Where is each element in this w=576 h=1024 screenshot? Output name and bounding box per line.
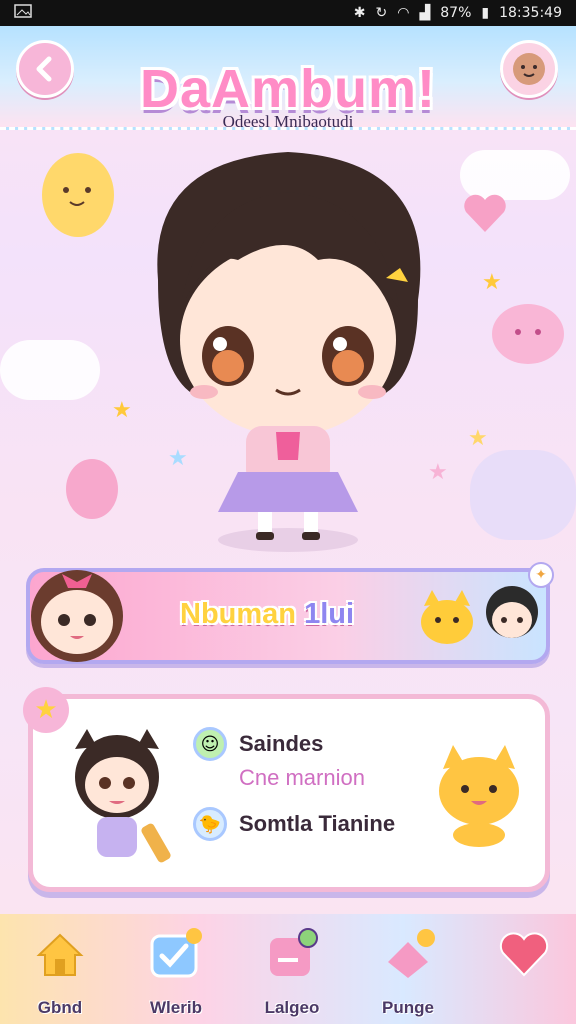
back-button[interactable]	[16, 40, 74, 98]
bottom-nav: Gbnd Wlerib Lalgeo Punge	[0, 914, 576, 1024]
badge-star-icon: ✦	[528, 562, 554, 588]
yellow-cat-mascot	[439, 745, 519, 847]
card-row-3[interactable]: 🐤 Somtla Tianine	[193, 807, 395, 841]
battery-icon: ▮	[481, 5, 490, 21]
heart-tag-icon	[380, 928, 436, 980]
info-card: ★ ☺ Saindes Cne marnion 🐤 Somtla Tianine	[23, 687, 550, 892]
signal-icon: ▟	[419, 5, 431, 21]
cloud-decoration	[0, 340, 100, 400]
profile-button[interactable]	[500, 40, 558, 98]
chibi-girl-character	[157, 152, 421, 552]
wifi-icon: ◠	[397, 5, 410, 21]
boy-avatar	[486, 586, 538, 638]
house-icon	[32, 928, 88, 980]
card-row-1[interactable]: ☺ Saindes	[193, 727, 323, 761]
chibi-cat-ear-girl	[75, 729, 171, 863]
nav-item-check[interactable]: Wlerib	[128, 928, 224, 1018]
battery-percent: 87%	[440, 5, 472, 21]
green-smile-icon: ☺	[193, 727, 227, 761]
nav-label-punge: Punge	[382, 998, 434, 1017]
pink-drop-icon	[66, 459, 118, 519]
row-3-text: Somtla Tianine	[239, 811, 396, 836]
yellow-cat-icon	[421, 590, 473, 644]
chick-icon: 🐤	[193, 807, 227, 841]
heart-icon	[464, 194, 506, 232]
banner-label-main: Nbuman	[180, 598, 296, 630]
featured-banner[interactable]: Nbuman 1lui ✦	[26, 562, 554, 664]
clock: 18:35:49	[499, 5, 562, 21]
app-subtitle: Odeesl Mnibaotudi	[222, 112, 354, 131]
cookie-face-icon	[513, 53, 545, 85]
banner-label: Nbuman 1lui	[180, 598, 354, 631]
heart-icon	[496, 928, 552, 980]
banner-label-tail: 1lui	[304, 598, 355, 630]
pink-blob-icon	[492, 304, 564, 364]
nav-item-notes[interactable]: Lalgeo	[244, 928, 340, 1018]
app-title: DaAmbum!	[139, 59, 436, 119]
nav-item-favorites[interactable]	[476, 928, 572, 1018]
nav-item-punge[interactable]: Punge	[360, 928, 456, 1018]
chevron-left-icon	[36, 56, 52, 82]
sync-icon: ↻	[375, 5, 388, 21]
girl-with-bow-avatar	[31, 570, 123, 662]
card-row-2[interactable]: Cne marnion	[239, 765, 365, 791]
nav-label-home: Gbnd	[37, 998, 83, 1017]
row-2-text: Cne marnion	[239, 765, 365, 790]
nav-label-notes: Lalgeo	[264, 998, 320, 1017]
star-icon: ★	[482, 270, 502, 295]
gallery-icon	[14, 4, 32, 22]
bluetooth-icon: ✱	[353, 5, 366, 21]
cloud-decoration	[470, 450, 576, 540]
hero-scene: ★ ★ ★ ★ ★	[0, 140, 576, 560]
star-icon: ★	[468, 426, 488, 451]
sun-character-icon	[42, 153, 114, 237]
row-1-text: Saindes	[239, 731, 324, 756]
note-card-icon	[264, 928, 320, 980]
check-box-icon	[148, 928, 204, 980]
nav-label-check: Wlerib	[150, 998, 202, 1017]
nav-item-home[interactable]: Gbnd	[12, 928, 108, 1018]
status-bar: ✱ ↻ ◠ ▟ 87% ▮ 18:35:49	[0, 0, 576, 26]
